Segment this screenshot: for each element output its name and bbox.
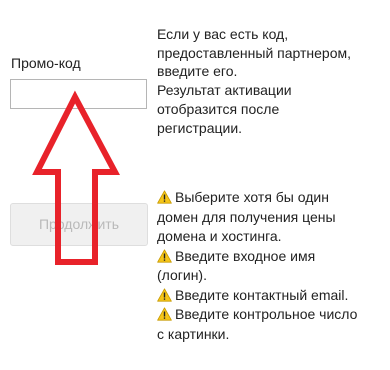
warning-text: Выберите хотя бы один xyxy=(175,189,329,205)
warning-line: Введите контрольное число xyxy=(157,305,389,325)
warning-item: Введите входное имя (логин). xyxy=(157,247,389,286)
warning-item: Введите контактный email. xyxy=(157,286,389,306)
warning-text: Введите контактный email. xyxy=(175,286,349,303)
warning-icon xyxy=(157,190,172,204)
warning-line: Выберите хотя бы один xyxy=(157,188,389,208)
promo-info-line: регистрации. xyxy=(157,119,243,136)
promo-info-line: Результат активации xyxy=(157,82,292,99)
warning-line: с картинки. xyxy=(157,325,230,342)
warning-icon xyxy=(157,287,172,302)
warning-line: домен для получения цены xyxy=(157,208,336,225)
warning-line: Введите контактный email. xyxy=(157,286,389,306)
promo-info-line: отобразится после xyxy=(157,100,280,117)
validation-warnings: Выберите хотя бы один домен для получени… xyxy=(157,188,389,344)
promo-info-line: предоставленный партнером, xyxy=(157,44,352,61)
warning-item: Выберите хотя бы один домен для получени… xyxy=(157,188,389,247)
continue-button[interactable]: Продолжить xyxy=(10,203,148,246)
warning-item: Введите контрольное число с картинки. xyxy=(157,305,389,344)
promo-code-input[interactable] xyxy=(10,79,147,109)
warning-line: Введите входное имя xyxy=(157,247,389,267)
promo-info-line: Если у вас есть код, xyxy=(157,26,289,42)
warning-line: (логин). xyxy=(157,267,207,283)
warning-text: Введите контрольное число xyxy=(175,306,358,322)
warning-text: Введите входное имя xyxy=(175,247,316,264)
warning-icon xyxy=(157,248,172,263)
promo-info-line: введите его. xyxy=(157,63,238,80)
warning-line: домена и хостинга. xyxy=(157,228,282,244)
promo-code-label: Промо-код xyxy=(11,55,81,71)
warning-icon xyxy=(157,307,172,321)
promo-info-text: Если у вас есть код, предоставленный пар… xyxy=(157,25,385,137)
